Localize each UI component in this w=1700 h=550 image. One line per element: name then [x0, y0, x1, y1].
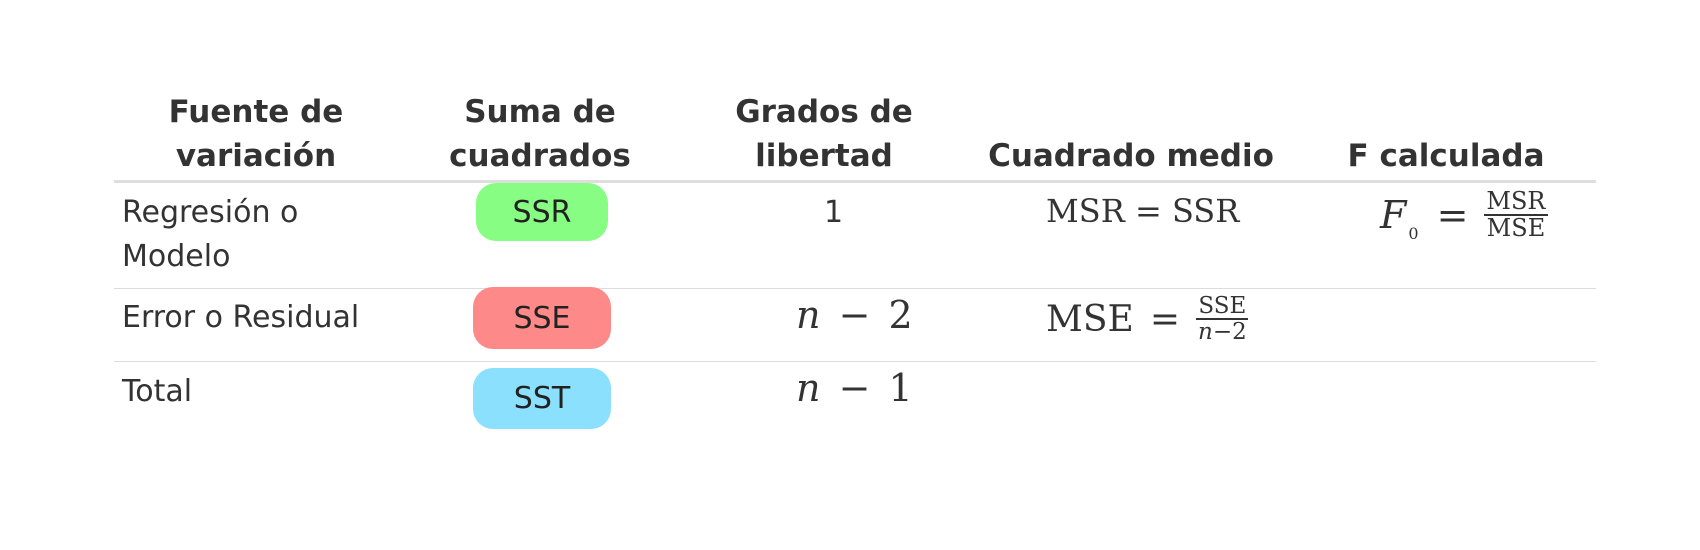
- sst-label: SST: [513, 381, 571, 416]
- sst-badge: SST: [473, 368, 611, 429]
- mse-den-var: n: [1197, 319, 1213, 346]
- anova-table: Fuente de variación Suma de cuadrados Gr…: [114, 0, 1596, 550]
- df-total-op: −: [838, 366, 871, 410]
- df-total-num: 1: [888, 366, 913, 410]
- mse-formula: MSE = SSE n−2: [1046, 294, 1249, 344]
- header-sum-line1: Suma de: [464, 94, 616, 130]
- f-symbol: F: [1380, 193, 1407, 238]
- row-regression-df: 1: [824, 191, 843, 235]
- mse-fraction: SSE n−2: [1196, 294, 1249, 344]
- mse-den-op: −: [1212, 319, 1233, 346]
- mse-numerator: SSE: [1196, 293, 1249, 321]
- msr-formula: MSR = SSR: [1046, 192, 1239, 230]
- header-degrees-of-freedom: Grados de libertad: [682, 86, 966, 178]
- ssr-label: SSR: [512, 194, 572, 230]
- f-eq: =: [1436, 193, 1469, 238]
- msr-rhs: SSR: [1171, 192, 1240, 230]
- row-regression-source-line1: Regresión o: [122, 195, 299, 230]
- f-formula: F 0 = MSR MSE: [1380, 187, 1548, 243]
- f-subscript: 0: [1408, 223, 1419, 243]
- mse-eq: =: [1149, 298, 1180, 340]
- header-f-label: F calculada: [1347, 138, 1545, 174]
- header-df-line2: libertad: [755, 138, 893, 174]
- ssr-badge: SSR: [476, 183, 608, 241]
- mse-lhs: MSE: [1046, 298, 1134, 340]
- header-source-line1: Fuente de: [168, 94, 344, 130]
- row-total-source: Total: [122, 370, 192, 414]
- sse-label: SSE: [513, 300, 571, 336]
- header-mean-square: Cuadrado medio: [966, 86, 1296, 178]
- df-error-var: n: [796, 293, 821, 337]
- msr-lhs: MSR: [1046, 192, 1125, 230]
- f-denominator: MSE: [1486, 214, 1546, 243]
- header-source-line2: variación: [175, 138, 337, 174]
- header-divider: [114, 180, 1596, 183]
- df-total-formula: n − 1: [796, 366, 913, 410]
- sse-badge: SSE: [473, 287, 611, 349]
- mse-den-num: 2: [1232, 319, 1247, 346]
- header-sum-line2: cuadrados: [449, 138, 631, 174]
- header-df-line1: Grados de: [735, 94, 913, 130]
- header-f-calculated: F calculada: [1296, 86, 1596, 178]
- row-error-source: Error o Residual: [122, 296, 359, 340]
- header-sum-of-squares: Suma de cuadrados: [398, 86, 682, 178]
- df-error-formula: n − 2: [796, 293, 913, 337]
- row-error-source-label: Error o Residual: [122, 300, 360, 335]
- row-regression-source-line2: Modelo: [122, 239, 231, 274]
- row-divider-1: [114, 288, 1596, 289]
- row-total-source-label: Total: [122, 374, 193, 409]
- df-error-num: 2: [888, 293, 913, 337]
- f-fraction: MSR MSE: [1484, 187, 1548, 243]
- df-regression-value: 1: [824, 195, 844, 230]
- row-divider-2: [114, 361, 1596, 362]
- mse-denominator: n−2: [1196, 320, 1249, 344]
- row-regression-source: Regresión o Modelo: [122, 191, 298, 279]
- df-total-var: n: [796, 366, 821, 410]
- msr-eq: =: [1134, 192, 1162, 230]
- df-error-op: −: [838, 293, 871, 337]
- header-mean-square-label: Cuadrado medio: [988, 138, 1274, 174]
- f-numerator: MSR: [1484, 187, 1548, 217]
- header-source: Fuente de variación: [114, 86, 398, 178]
